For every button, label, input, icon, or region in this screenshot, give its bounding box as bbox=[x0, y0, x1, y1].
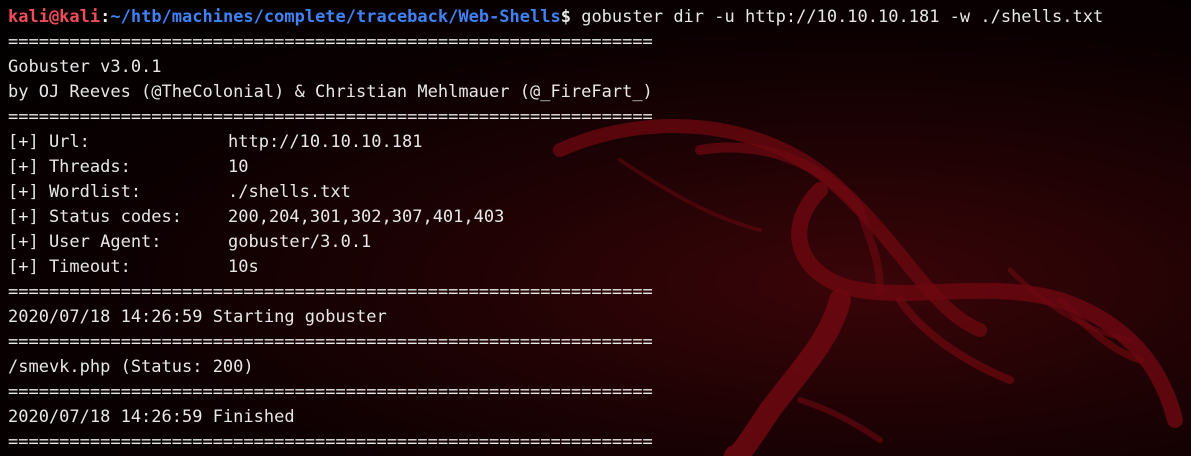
config-row: [+] User Agent: gobuster/3.0.1 bbox=[8, 230, 1188, 255]
separator-line: ========================================… bbox=[8, 432, 653, 452]
config-row: [+] Timeout: 10s bbox=[8, 255, 1188, 280]
config-row: [+] Wordlist: ./shells.txt bbox=[8, 180, 1188, 205]
config-value: gobuster/3.0.1 bbox=[228, 232, 372, 252]
result-line: /smevk.php (Status: 200) bbox=[8, 357, 254, 377]
prompt-symbol: $ bbox=[560, 7, 571, 27]
prompt-path: ~/htb/machines/complete/traceback/Web-Sh… bbox=[110, 7, 561, 27]
config-value: http://10.10.10.181 bbox=[228, 132, 423, 152]
start-message: 2020/07/18 14:26:59 Starting gobuster bbox=[8, 307, 387, 327]
separator-line: ========================================… bbox=[8, 382, 653, 402]
banner-credits: by OJ Reeves (@TheColonial) & Christian … bbox=[8, 82, 653, 102]
config-key: [+] Timeout: bbox=[8, 257, 131, 277]
config-value: 200,204,301,302,307,401,403 bbox=[228, 207, 505, 227]
config-value: 10 bbox=[228, 157, 249, 177]
banner-version: Gobuster v3.0.1 bbox=[8, 57, 162, 77]
separator-line: ========================================… bbox=[8, 107, 653, 127]
finish-message: 2020/07/18 14:26:59 Finished bbox=[8, 407, 295, 427]
config-key: [+] Status codes: bbox=[8, 207, 182, 227]
config-value: ./shells.txt bbox=[228, 182, 351, 202]
separator-line: ========================================… bbox=[8, 282, 653, 302]
config-value: 10s bbox=[228, 257, 259, 277]
terminal-window[interactable]: kali@kali:~/htb/machines/complete/traceb… bbox=[0, 0, 1191, 456]
terminal-output: kali@kali:~/htb/machines/complete/traceb… bbox=[8, 5, 1188, 455]
config-row: [+] Url: http://10.10.10.181 bbox=[8, 130, 1188, 155]
separator-line: ========================================… bbox=[8, 332, 653, 352]
config-key: [+] User Agent: bbox=[8, 232, 162, 252]
command-line: kali@kali:~/htb/machines/complete/traceb… bbox=[8, 5, 1188, 30]
config-row: [+] Threads: 10 bbox=[8, 155, 1188, 180]
prompt-separator: : bbox=[100, 7, 111, 27]
config-key: [+] Threads: bbox=[8, 157, 131, 177]
config-key: [+] Url: bbox=[8, 132, 90, 152]
prompt-user-host: kali@kali bbox=[8, 7, 101, 27]
command-text: gobuster dir -u http://10.10.10.181 -w .… bbox=[570, 7, 1104, 27]
separator-line: ========================================… bbox=[8, 32, 653, 52]
config-key: [+] Wordlist: bbox=[8, 182, 142, 202]
config-row: [+] Status codes: 200,204,301,302,307,401… bbox=[8, 205, 1188, 230]
